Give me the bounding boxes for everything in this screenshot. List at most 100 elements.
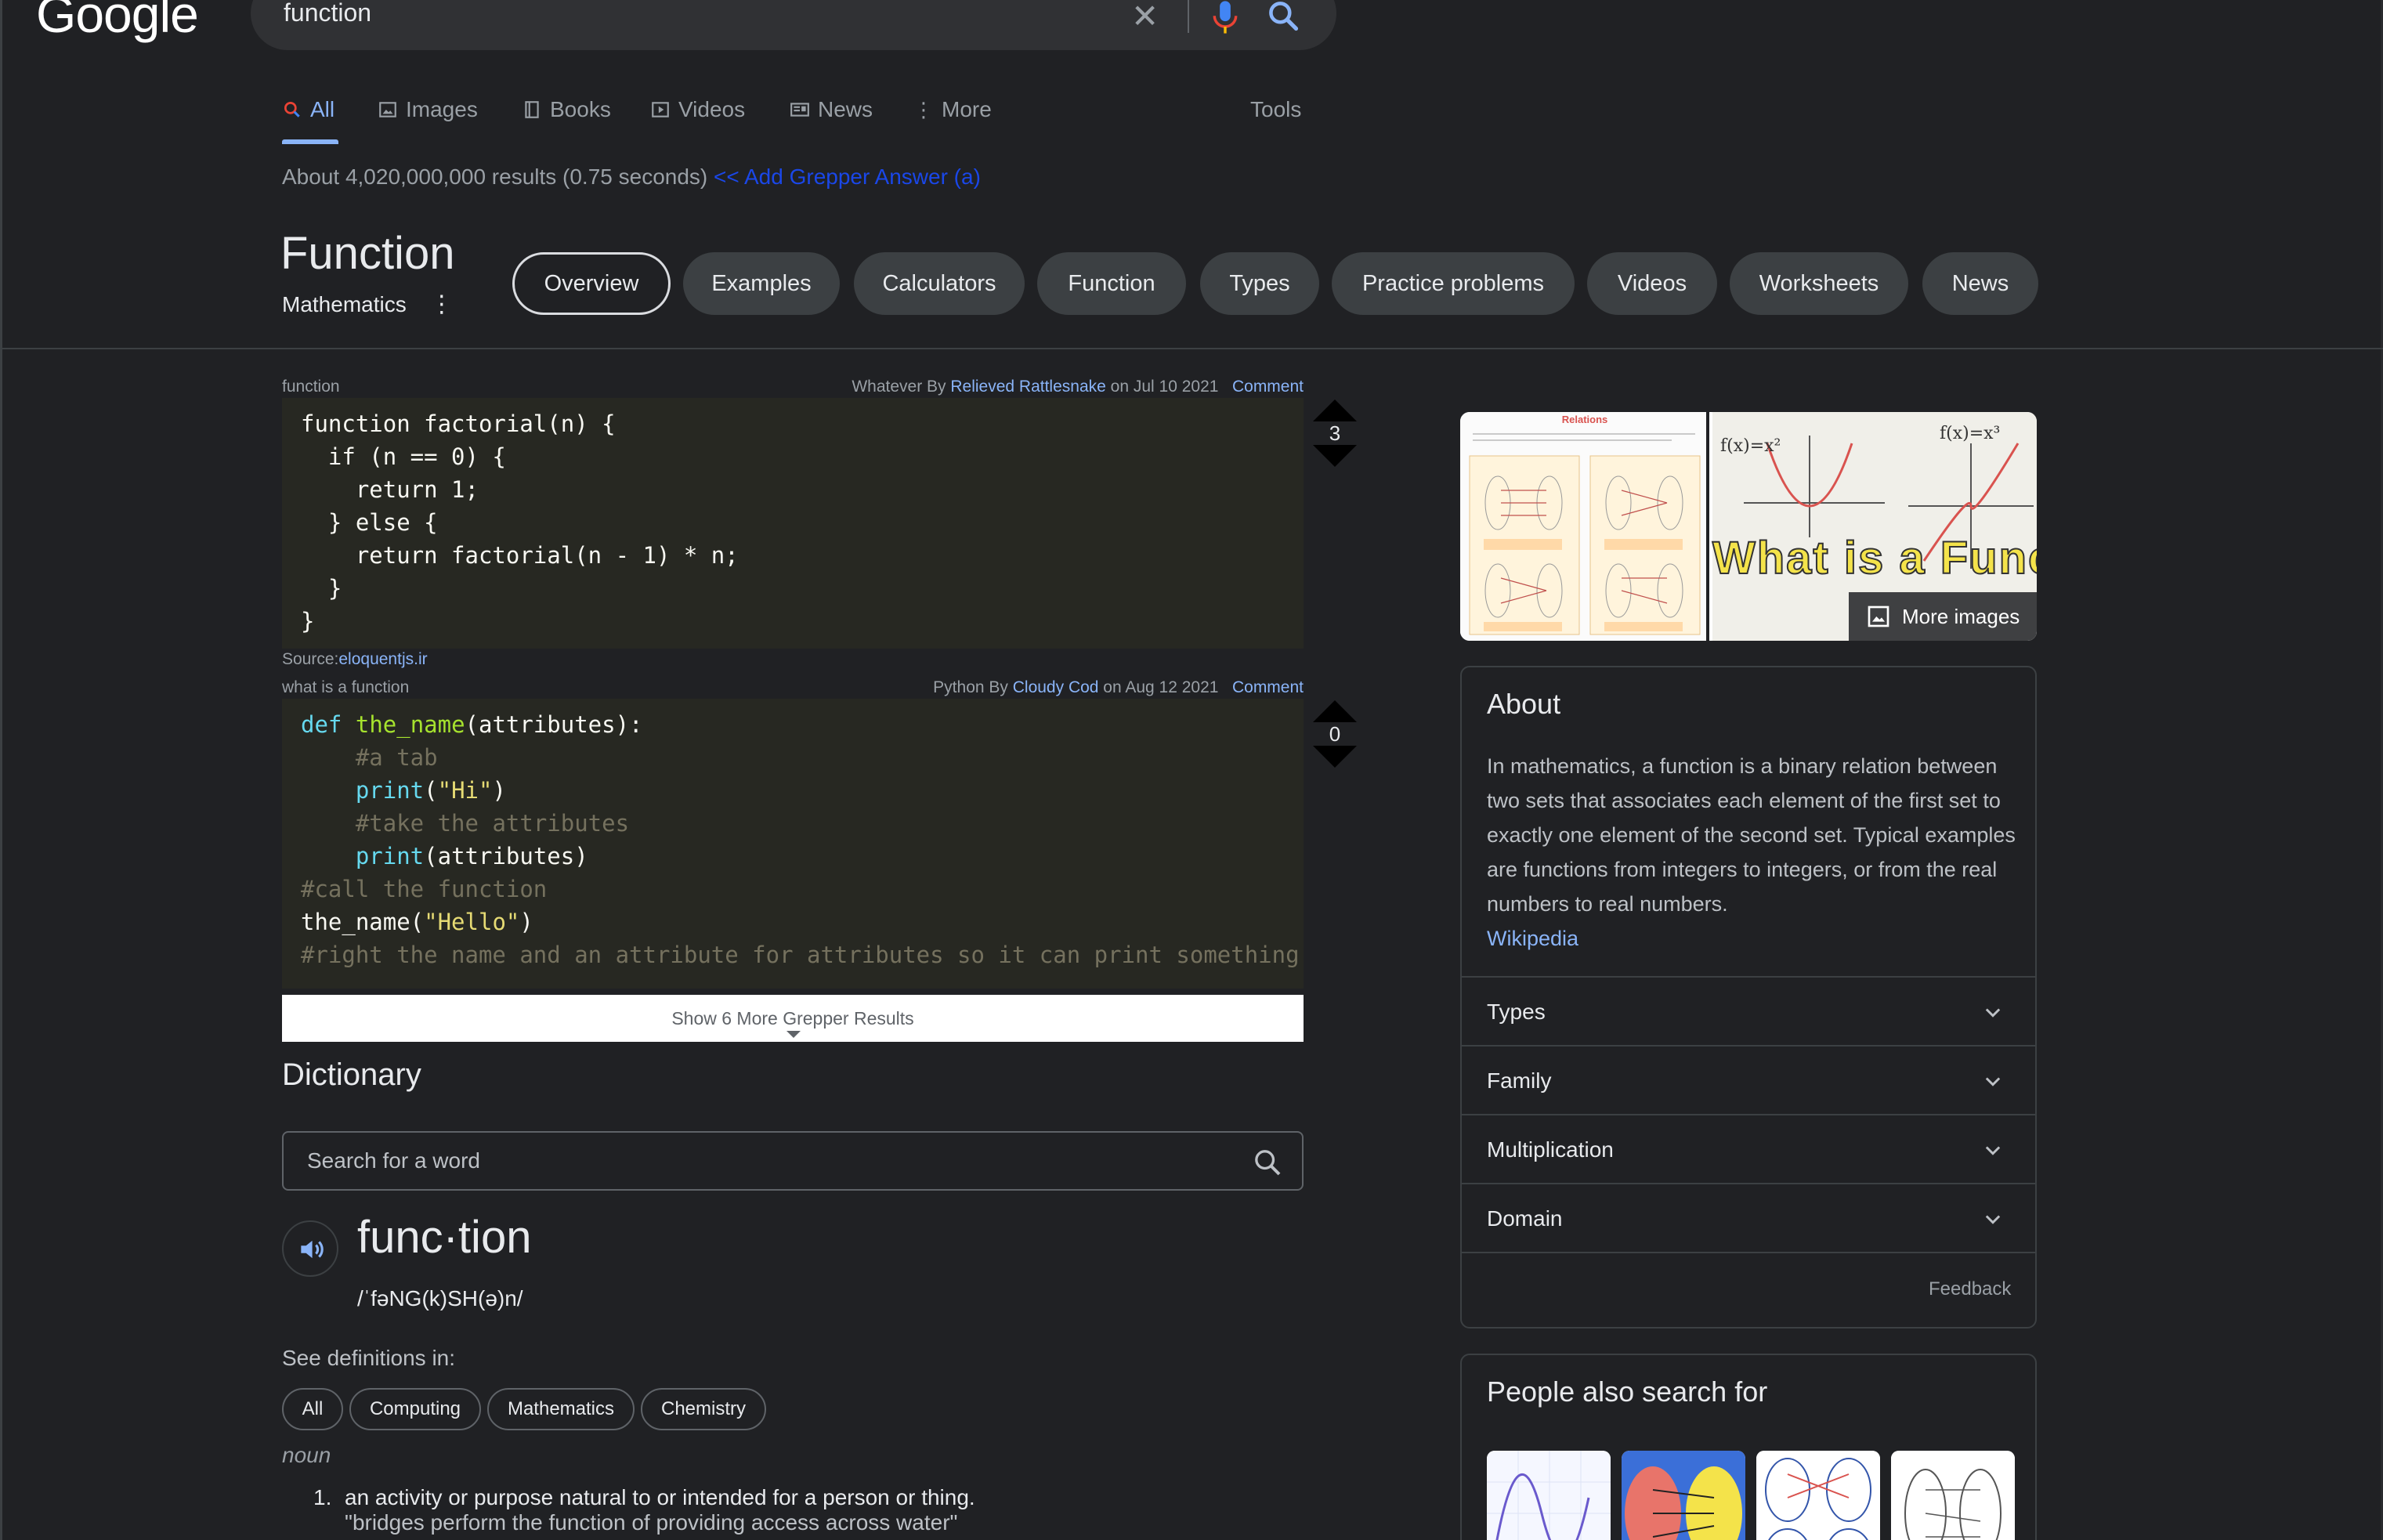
pronunciation-button[interactable] (282, 1220, 338, 1277)
chip-news[interactable]: News (1922, 252, 2038, 315)
tab-tools[interactable]: Tools (1250, 97, 1301, 122)
about-title: About (1487, 688, 1561, 720)
definition-text: an activity or purpose natural to or int… (345, 1485, 975, 1509)
accordion-types[interactable]: Types (1462, 976, 2035, 1045)
grepper-query: what is a function (282, 678, 410, 696)
related-search-thumbnail[interactable] (1487, 1451, 1611, 1540)
thumbnail-title: What is a Function? (1712, 533, 2037, 584)
dictionary-search-input[interactable]: Search for a word (282, 1131, 1304, 1191)
accordion-label: Domain (1487, 1206, 1563, 1231)
grepper-attribution: Python By Cloudy Cod on Aug 12 2021 Comm… (933, 678, 1304, 697)
related-search-thumbnail[interactable] (1622, 1451, 1745, 1540)
video-icon (652, 102, 669, 117)
about-description: In mathematics, a function is a binary r… (1487, 749, 2020, 956)
people-also-search-title: People also search for (1487, 1376, 1768, 1408)
google-logo[interactable]: Google (36, 0, 199, 44)
dictionary-search-placeholder: Search for a word (307, 1148, 480, 1173)
accordion-label: Family (1487, 1068, 1552, 1093)
search-divider (1188, 0, 1189, 33)
tab-all[interactable]: All (282, 97, 334, 122)
microphone-icon[interactable] (1208, 0, 1242, 36)
caret-down-icon (786, 1031, 801, 1038)
upvote-icon[interactable] (1313, 700, 1357, 722)
grepper-lang: Python By (933, 678, 1013, 696)
about-panel: About In mathematics, a function is a bi… (1460, 666, 2037, 1329)
feedback-link[interactable]: Feedback (1929, 1278, 2011, 1300)
chip-videos[interactable]: Videos (1587, 252, 1717, 315)
related-search-thumbnail[interactable] (1756, 1451, 1880, 1540)
kebab-icon: ⋮ (913, 97, 934, 121)
grepper-source: Source:eloquentjs.ir (282, 650, 428, 669)
tab-books[interactable]: Books (522, 97, 611, 122)
clear-icon[interactable]: ✕ (1131, 0, 1159, 33)
chip-calculators[interactable]: Calculators (854, 252, 1025, 315)
tab-news[interactable]: News (790, 97, 873, 122)
window-edge-left (0, 0, 2, 1540)
definition-chip-chemistry[interactable]: Chemistry (641, 1388, 766, 1430)
accordion-domain[interactable]: Domain (1462, 1183, 2035, 1252)
search-icon (284, 101, 300, 117)
accordion-family[interactable]: Family (1462, 1045, 2035, 1114)
grepper-author-link[interactable]: Relieved Rattlesnake (950, 378, 1105, 396)
dictionary-title: Dictionary (282, 1057, 421, 1092)
dictionary-word: func·tion (357, 1212, 532, 1263)
upvote-icon[interactable] (1313, 399, 1357, 421)
chip-overview[interactable]: Overview (512, 252, 671, 315)
wikipedia-link[interactable]: Wikipedia (1487, 927, 1578, 950)
search-box[interactable]: function ✕ (251, 0, 1336, 50)
definition-chip-all[interactable]: All (282, 1388, 343, 1430)
search-input[interactable]: function (284, 0, 371, 27)
image-icon (1868, 606, 1889, 627)
vote-count: 3 (1329, 421, 1341, 445)
downvote-icon[interactable] (1313, 445, 1357, 467)
divider (0, 348, 2383, 349)
chip-practice-problems[interactable]: Practice problems (1332, 252, 1575, 315)
news-icon (790, 103, 809, 117)
accordion-multiplication[interactable]: Multiplication (1462, 1114, 2035, 1183)
svg-text:f(x)=x³: f(x)=x³ (1940, 424, 2000, 443)
downvote-icon[interactable] (1313, 746, 1357, 768)
tab-videos[interactable]: Videos (650, 97, 745, 122)
definition-chip-mathematics[interactable]: Mathematics (487, 1388, 635, 1430)
knowledge-images[interactable]: Relations f(x)=x² f(x)=x³ What is a Fun … (1460, 412, 2037, 641)
chip-function[interactable]: Function (1037, 252, 1186, 315)
knowledge-subtitle-row: Mathematics ⋮ (282, 292, 454, 317)
about-text: In mathematics, a function is a binary r… (1487, 754, 2016, 916)
mapping-diagram-image (1622, 1451, 1745, 1540)
tab-more[interactable]: ⋮ More (913, 97, 992, 122)
more-images-button[interactable]: More images (1849, 592, 2037, 641)
tab-images[interactable]: Images (378, 97, 478, 122)
chip-examples[interactable]: Examples (683, 252, 840, 315)
people-also-search-panel: People also search for (1460, 1354, 2037, 1540)
phonetic: /ˈfəNG(k)SH(ə)n/ (357, 1286, 523, 1310)
chip-types[interactable]: Types (1200, 252, 1319, 315)
source-link[interactable]: eloquentjs.ir (338, 650, 427, 668)
tab-label: More (942, 97, 992, 121)
definition-chip-computing[interactable]: Computing (349, 1388, 481, 1430)
definition-example: "bridges perform the function of providi… (345, 1510, 958, 1535)
tab-label: Videos (678, 97, 746, 121)
grepper-author-link[interactable]: Cloudy Cod (1013, 678, 1099, 696)
speaker-icon (301, 1240, 324, 1259)
add-grepper-answer-link[interactable]: << Add Grepper Answer (a) (714, 164, 981, 189)
knowledge-title: Function (280, 228, 455, 279)
accordion-divider (1462, 1252, 2035, 1253)
relations-diagram-image[interactable]: Relations (1460, 412, 1709, 641)
tab-label: All (310, 97, 335, 121)
grepper-comment-link[interactable]: Comment (1232, 378, 1304, 396)
grepper-code-block[interactable]: function factorial(n) { if (n == 0) { re… (282, 398, 1304, 649)
book-icon (525, 101, 539, 118)
xy-mapping-image (1891, 1451, 2015, 1540)
grepper-code-block[interactable]: def the_name(attributes): #a tab print("… (282, 699, 1304, 989)
related-search-thumbnail[interactable] (1891, 1451, 2015, 1540)
grepper-comment-link[interactable]: Comment (1232, 678, 1304, 696)
tab-label: Tools (1250, 97, 1302, 121)
svg-text:f(x)=x²: f(x)=x² (1720, 436, 1781, 456)
search-icon[interactable] (1252, 1147, 1283, 1178)
chip-worksheets[interactable]: Worksheets (1730, 252, 1908, 315)
see-definitions-label: See definitions in: (282, 1346, 456, 1370)
result-stats: About 4,020,000,000 results (0.75 second… (282, 164, 981, 190)
tab-label: Books (550, 97, 611, 121)
search-icon[interactable] (1266, 0, 1300, 33)
kebab-icon[interactable]: ⋮ (430, 293, 454, 316)
